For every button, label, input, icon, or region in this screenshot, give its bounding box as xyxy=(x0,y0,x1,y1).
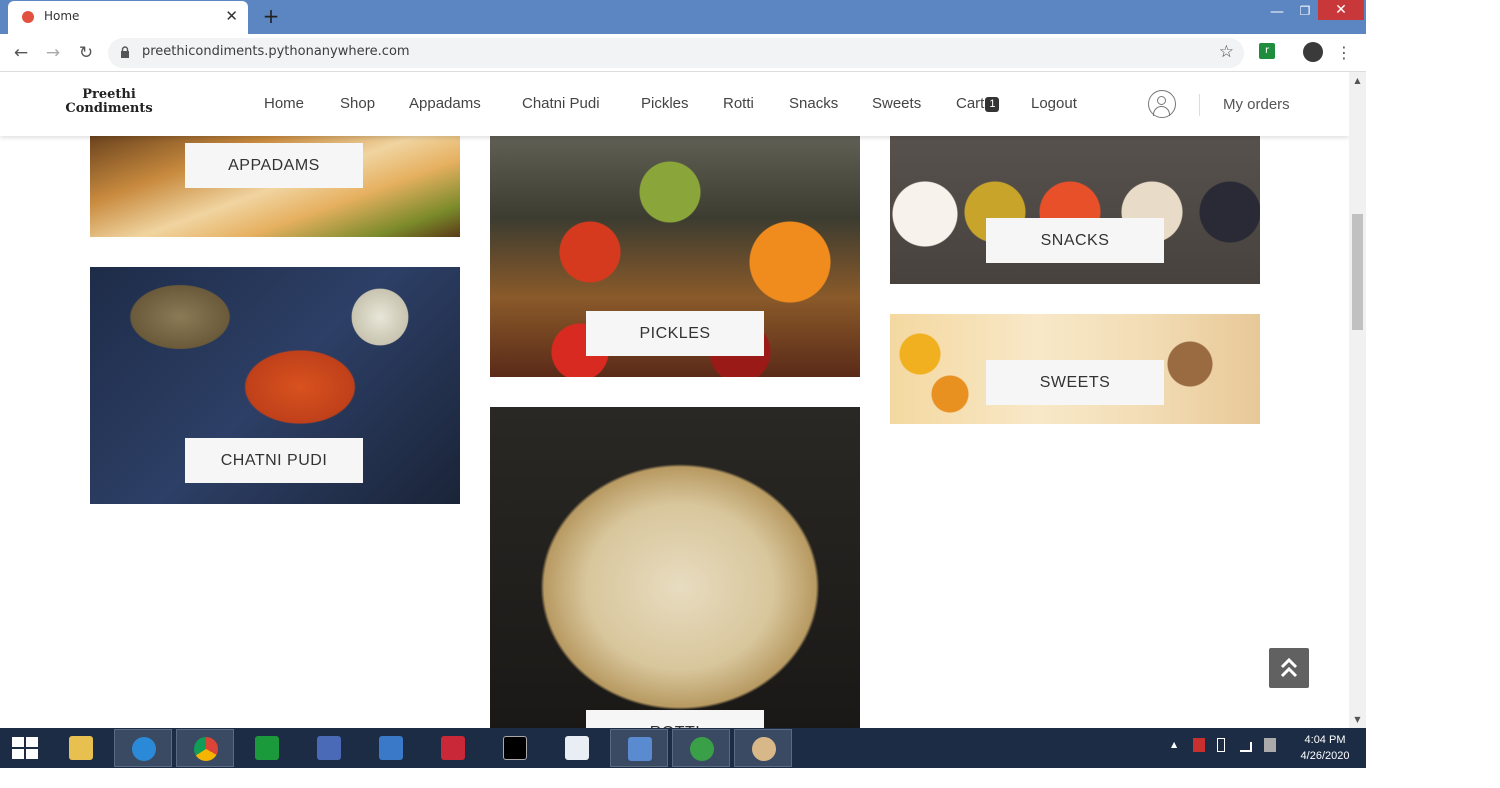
site-favicon-icon xyxy=(22,11,34,23)
taskbar-remote-desktop[interactable] xyxy=(610,729,668,767)
desktop-margin xyxy=(0,768,1500,788)
nav-logout[interactable]: Logout xyxy=(1031,95,1077,112)
taskbar-network-tool[interactable] xyxy=(300,729,358,767)
header-divider xyxy=(1199,94,1200,116)
taskbar-editor[interactable] xyxy=(424,729,482,767)
nav-home[interactable]: Home xyxy=(264,95,304,112)
scroll-down-arrow-icon[interactable]: ▼ xyxy=(1349,711,1366,728)
category-card-rotti[interactable]: ROTTI xyxy=(490,407,860,728)
profile-avatar-icon[interactable] xyxy=(1303,42,1323,62)
lock-icon xyxy=(121,46,129,58)
category-label-pickles[interactable]: PICKLES xyxy=(586,311,764,356)
remote-desktop-icon xyxy=(628,737,652,761)
network-signal-icon[interactable] xyxy=(1240,742,1252,752)
windows-start-icon[interactable] xyxy=(12,737,38,759)
forward-arrow-icon[interactable]: → xyxy=(42,43,64,63)
user-icon-head xyxy=(1157,96,1166,105)
taskbar-documents[interactable] xyxy=(548,729,606,767)
paint-palette-icon xyxy=(752,737,776,761)
nav-chatni-pudi[interactable]: Chatni Pudi xyxy=(522,95,600,112)
security-tool-icon xyxy=(379,736,403,760)
cart-label: Cart xyxy=(956,95,985,112)
window-restore-button[interactable]: ❐ xyxy=(1294,4,1316,24)
nav-appadams[interactable]: Appadams xyxy=(409,95,481,112)
nav-snacks[interactable]: Snacks xyxy=(789,95,838,112)
category-card-pickles[interactable]: PICKLES xyxy=(490,112,860,377)
page-viewport: Preethi Condiments Home Shop Appadams Ch… xyxy=(0,72,1366,728)
taskbar-globe-app[interactable] xyxy=(672,729,730,767)
bookmark-star-icon[interactable]: ☆ xyxy=(1219,42,1234,62)
category-label-chatni-pudi[interactable]: CHATNI PUDI xyxy=(185,438,363,483)
new-tab-button[interactable]: + xyxy=(260,4,282,28)
my-orders-link[interactable]: My orders xyxy=(1223,96,1290,113)
site-logo[interactable]: Preethi Condiments xyxy=(64,88,154,116)
clock-date: 4/26/2020 xyxy=(1300,750,1350,762)
taskbar-store[interactable] xyxy=(238,729,296,767)
page-scrollbar[interactable]: ▲ ▼ xyxy=(1349,72,1366,728)
windows-taskbar: ▲ 4:04 PM 4/26/2020 xyxy=(0,728,1366,768)
category-label-snacks[interactable]: SNACKS xyxy=(986,218,1164,263)
documents-icon xyxy=(565,736,589,760)
scroll-up-arrow-icon[interactable]: ▲ xyxy=(1349,72,1366,89)
category-card-snacks[interactable]: SNACKS xyxy=(890,112,1260,284)
category-label-sweets[interactable]: SWEETS xyxy=(986,360,1164,405)
user-account-icon[interactable] xyxy=(1148,90,1176,118)
scroll-to-top-button[interactable] xyxy=(1269,648,1309,688)
nav-rotti[interactable]: Rotti xyxy=(723,95,754,112)
taskbar-command-prompt[interactable] xyxy=(486,729,544,767)
category-card-sweets[interactable]: SWEETS xyxy=(890,314,1260,424)
browser-tab-strip: Home ✕ + — ❐ ✕ xyxy=(0,0,1366,34)
cart-count-badge: 1 xyxy=(985,97,1000,112)
chrome-icon xyxy=(194,737,218,761)
scrollbar-thumb[interactable] xyxy=(1352,214,1363,330)
taskbar-paint[interactable] xyxy=(734,729,792,767)
browser-tab-home[interactable]: Home ✕ xyxy=(8,1,248,34)
nav-shop[interactable]: Shop xyxy=(340,95,375,112)
extension-icon[interactable]: r xyxy=(1259,43,1275,59)
taskbar-clock[interactable]: 4:04 PM 4/26/2020 xyxy=(1290,732,1360,764)
reload-icon[interactable]: ↻ xyxy=(75,43,97,63)
window-minimize-button[interactable]: — xyxy=(1266,4,1288,24)
editor-icon xyxy=(441,736,465,760)
site-header: Preethi Condiments Home Shop Appadams Ch… xyxy=(0,72,1349,136)
category-label-rotti[interactable]: ROTTI xyxy=(586,710,764,728)
category-label-appadams[interactable]: APPADAMS xyxy=(185,143,363,188)
nav-cart[interactable]: Cart 1 xyxy=(956,95,1000,112)
battery-icon[interactable] xyxy=(1217,738,1225,752)
taskbar-file-explorer[interactable] xyxy=(52,729,110,767)
back-arrow-icon[interactable]: ← xyxy=(10,43,32,63)
browser-toolbar: ← → ↻ preethicondiments.pythonanywhere.c… xyxy=(0,34,1366,72)
logo-line-2: Condiments xyxy=(65,101,153,116)
volume-muted-icon[interactable] xyxy=(1264,738,1276,752)
url-text: preethicondiments.pythonanywhere.com xyxy=(142,44,410,59)
chrome-menu-icon[interactable]: ⋮ xyxy=(1336,43,1352,63)
tray-expand-arrow-icon[interactable]: ▲ xyxy=(1171,740,1177,749)
logo-line-1: Preethi xyxy=(82,87,136,102)
command-prompt-icon xyxy=(503,736,527,760)
clock-time: 4:04 PM xyxy=(1304,734,1346,746)
tab-title: Home xyxy=(44,9,80,23)
store-icon xyxy=(255,736,279,760)
nav-sweets[interactable]: Sweets xyxy=(872,95,921,112)
category-card-chatni-pudi[interactable]: CHATNI PUDI xyxy=(90,267,460,504)
taskbar-chrome[interactable] xyxy=(176,729,234,767)
tab-close-icon[interactable]: ✕ xyxy=(225,7,238,25)
action-center-flag-icon[interactable] xyxy=(1193,738,1205,752)
globe-icon xyxy=(690,737,714,761)
folder-icon xyxy=(69,736,93,760)
user-icon-body xyxy=(1153,106,1170,116)
address-bar[interactable]: preethicondiments.pythonanywhere.com ☆ xyxy=(108,38,1244,68)
taskbar-security-tool[interactable] xyxy=(362,729,420,767)
network-tool-icon xyxy=(317,736,341,760)
window-close-button[interactable]: ✕ xyxy=(1318,0,1364,20)
nav-pickles[interactable]: Pickles xyxy=(641,95,689,112)
double-chevron-up-icon xyxy=(1280,657,1298,678)
internet-explorer-icon xyxy=(132,737,156,761)
taskbar-internet-explorer[interactable] xyxy=(114,729,172,767)
